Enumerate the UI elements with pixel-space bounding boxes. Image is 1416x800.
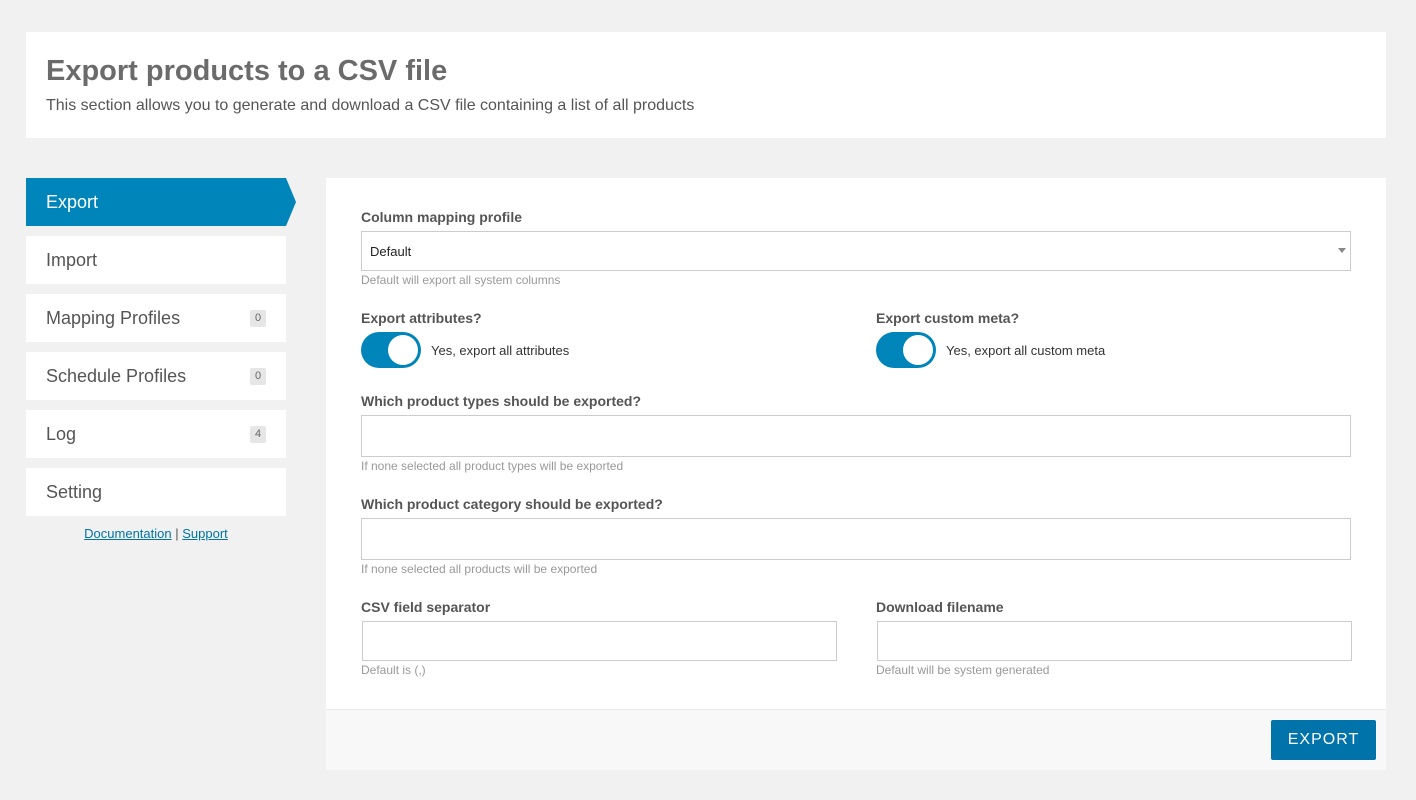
product-category-label: Which product category should be exporte…	[361, 496, 663, 512]
export-form-panel: Column mapping profile Default Default w…	[326, 178, 1386, 770]
sidebar-item-mapping-profiles[interactable]: Mapping Profiles 0	[26, 294, 286, 342]
sidebar-item-label: Import	[46, 249, 98, 270]
sidebar-item-schedule-profiles[interactable]: Schedule Profiles 0	[26, 352, 286, 400]
download-filename-input[interactable]	[877, 621, 1352, 661]
sidebar-item-import[interactable]: Import	[26, 236, 286, 284]
page-header: Export products to a CSV file This secti…	[26, 32, 1386, 138]
csv-separator-input[interactable]	[362, 621, 837, 661]
help-links: Documentation | Support	[26, 526, 286, 541]
count-badge: 0	[250, 310, 266, 327]
sidebar-item-label: Schedule Profiles	[46, 365, 187, 386]
export-custom-meta-text: Yes, export all custom meta	[946, 343, 1106, 358]
documentation-link[interactable]: Documentation	[84, 526, 171, 541]
mapping-profile-select[interactable]: Default	[361, 231, 1351, 271]
export-custom-meta-label: Export custom meta?	[876, 310, 1020, 326]
product-category-input[interactable]	[361, 518, 1351, 560]
toggle-knob	[388, 335, 418, 365]
link-separator: |	[175, 526, 179, 541]
export-attributes-text: Yes, export all attributes	[431, 343, 570, 358]
mapping-profile-value: Default	[370, 243, 412, 259]
sidebar-item-label: Export	[46, 191, 99, 212]
chevron-down-icon	[1338, 248, 1346, 253]
download-filename-hint: Default will be system generated	[876, 663, 1050, 677]
sidebar-item-export[interactable]: Export	[26, 178, 296, 226]
sidebar-item-label: Mapping Profiles	[46, 307, 181, 328]
form-footer: EXPORT	[326, 709, 1386, 770]
export-attributes-label: Export attributes?	[361, 310, 482, 326]
toggle-knob	[903, 335, 933, 365]
csv-separator-label: CSV field separator	[361, 599, 491, 615]
mapping-profile-label: Column mapping profile	[361, 209, 522, 225]
product-types-hint: If none selected all product types will …	[361, 459, 624, 473]
csv-separator-hint: Default is (,)	[361, 663, 426, 677]
count-badge: 4	[250, 426, 266, 443]
mapping-profile-hint: Default will export all system columns	[361, 273, 561, 287]
download-filename-label: Download filename	[876, 599, 1004, 615]
count-badge: 0	[250, 368, 266, 385]
page-subtitle: This section allows you to generate and …	[46, 97, 695, 114]
export-custom-meta-toggle[interactable]	[876, 332, 936, 368]
export-button[interactable]: EXPORT	[1271, 720, 1376, 760]
support-link[interactable]: Support	[182, 526, 228, 541]
sidebar-item-log[interactable]: Log 4	[26, 410, 286, 458]
sidebar: Export Import Mapping Profiles 0 Schedul…	[26, 178, 298, 541]
sidebar-item-setting[interactable]: Setting	[26, 468, 286, 516]
page-title: Export products to a CSV file	[46, 55, 448, 87]
product-category-hint: If none selected all products will be ex…	[361, 562, 598, 576]
product-types-label: Which product types should be exported?	[361, 393, 642, 409]
sidebar-item-label: Log	[46, 423, 77, 444]
sidebar-item-label: Setting	[46, 481, 103, 502]
product-types-input[interactable]	[361, 415, 1351, 457]
export-attributes-toggle[interactable]	[361, 332, 421, 368]
